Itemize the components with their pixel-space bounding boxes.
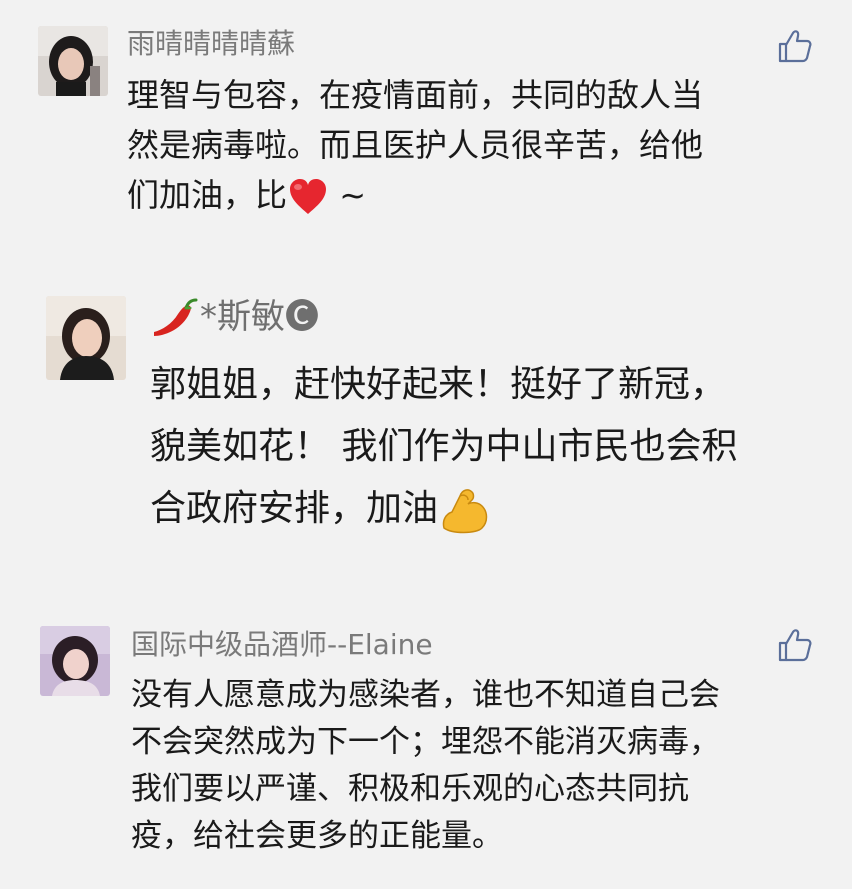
comment-item: *斯敏🅒 郭姐姐，赶快好起来！挺好了新冠， 貌美如花！ 我们作为中山市民也会积 … xyxy=(0,250,852,580)
comment-line: 貌美如花！ 我们作为中山市民也会积 xyxy=(150,426,738,467)
comment-line: 没有人愿意成为感染者，谁也不知道自己会 xyxy=(131,677,720,713)
flexed-biceps-icon xyxy=(442,489,488,534)
username[interactable]: 雨晴晴晴晴蘇 xyxy=(127,27,295,61)
avatar-image xyxy=(46,296,126,380)
thumbs-up-icon xyxy=(778,629,812,662)
comment-line: 理智与包容，在疫情面前，共同的敌人当 xyxy=(127,76,704,114)
comment-line-text: 合政府安排，加油 xyxy=(150,488,439,529)
chili-pepper-icon xyxy=(154,298,198,336)
comment-text: 没有人愿意成为感染者，谁也不知道自己会 不会突然成为下一个；埋怨不能消灭病毒， … xyxy=(131,672,720,860)
comment-line: 我们要以严谨、积极和乐观的心态共同抗 xyxy=(131,771,689,807)
avatar-image xyxy=(38,26,108,96)
comment-line: 合政府安排，加油 xyxy=(150,478,737,540)
avatar-image xyxy=(40,626,110,696)
comment-line: 疫，给社会更多的正能量。 xyxy=(131,818,503,854)
like-button[interactable] xyxy=(776,27,814,65)
comment-line: 然是病毒啦。而且医护人员很辛苦，给他 xyxy=(127,126,704,164)
avatar[interactable] xyxy=(46,296,126,380)
comment-item: 雨晴晴晴晴蘇 理智与包容，在疫情面前，共同的敌人当 然是病毒啦。而且医护人员很辛… xyxy=(0,0,852,250)
comment-line: 郭姐姐，赶快好起来！挺好了新冠， xyxy=(150,364,727,405)
heart-icon xyxy=(290,179,327,214)
comment-line: 不会突然成为下一个；埋怨不能消灭病毒， xyxy=(131,724,720,760)
comment-item: 国际中级品酒师--Elaine 没有人愿意成为感染者，谁也不知道自己会 不会突然… xyxy=(0,580,852,889)
thumbs-up-icon xyxy=(778,30,812,63)
comment-text: 郭姐姐，赶快好起来！挺好了新冠， 貌美如花！ 我们作为中山市民也会积 合政府安排… xyxy=(150,354,737,540)
comment-line-text: 们加油，比 xyxy=(127,176,288,214)
avatar[interactable] xyxy=(38,26,108,96)
username[interactable]: 国际中级品酒师--Elaine xyxy=(131,628,433,662)
comment-line-suffix: ~ xyxy=(329,176,366,214)
comment-text: 理智与包容，在疫情面前，共同的敌人当 然是病毒啦。而且医护人员很辛苦，给他 们加… xyxy=(127,70,703,220)
like-button[interactable] xyxy=(776,626,814,664)
username-text: *斯敏🅒 xyxy=(200,297,319,337)
username[interactable]: *斯敏🅒 xyxy=(150,294,319,342)
avatar[interactable] xyxy=(40,626,110,696)
comment-line: 们加油，比 ~ xyxy=(127,170,703,220)
